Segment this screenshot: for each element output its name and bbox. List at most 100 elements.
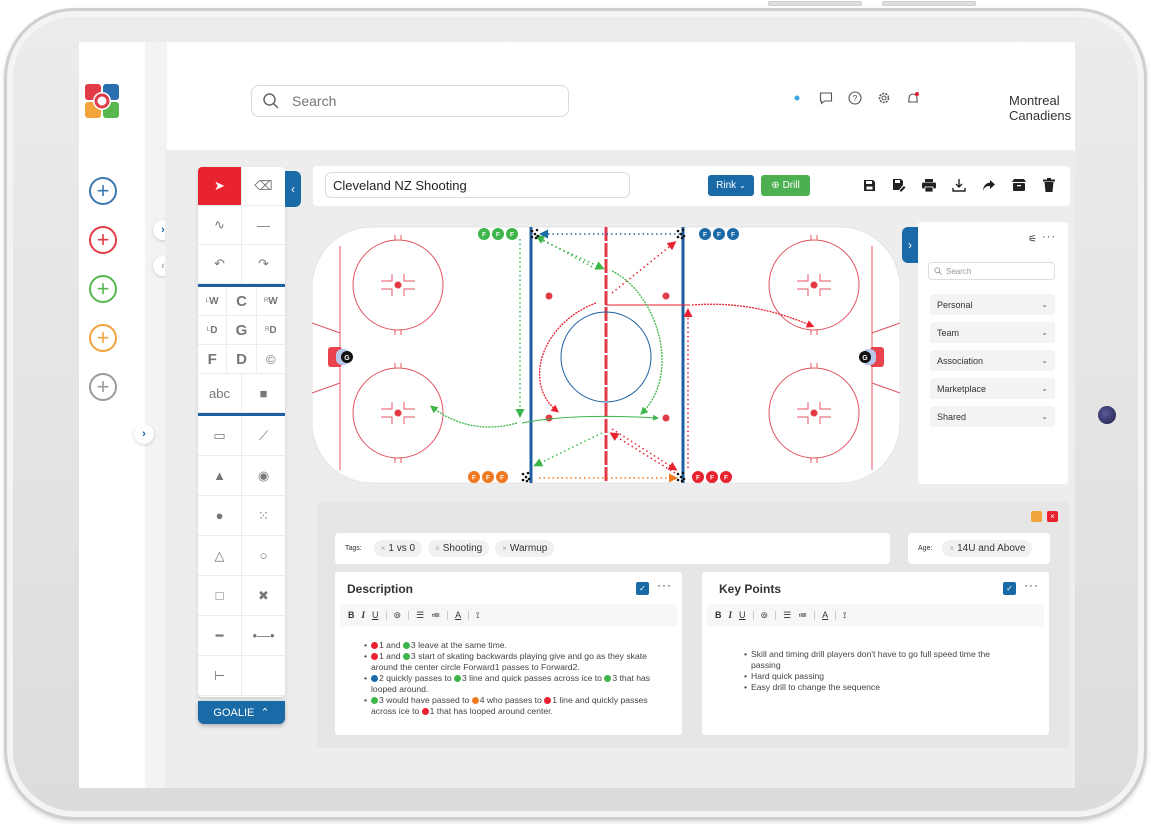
font-color-format-icon[interactable]: A bbox=[455, 610, 461, 620]
ordered-list-format-icon[interactable]: ☰ bbox=[416, 610, 424, 621]
minimize-button[interactable] bbox=[1031, 511, 1042, 522]
player-marker[interactable]: F bbox=[706, 471, 718, 483]
key-points-body[interactable]: Skill and timing drill players don't hav… bbox=[744, 649, 1015, 693]
print-icon[interactable] bbox=[921, 177, 937, 193]
straight-line-tool-icon[interactable]: — bbox=[242, 206, 285, 244]
u-format-icon[interactable]: U bbox=[372, 610, 379, 620]
player-marker[interactable]: F bbox=[496, 471, 508, 483]
thick-line-tool-icon[interactable]: ━ bbox=[198, 616, 242, 655]
close-button[interactable]: × bbox=[1047, 511, 1058, 522]
share-icon[interactable] bbox=[981, 177, 997, 193]
team-name[interactable]: Montreal Canadiens bbox=[1009, 93, 1075, 123]
right-defense-tool-icon[interactable]: RD bbox=[257, 316, 285, 344]
text-tool-icon[interactable]: abc bbox=[198, 374, 242, 412]
help-icon[interactable]: ? bbox=[847, 90, 863, 106]
player-marker[interactable]: F bbox=[713, 228, 725, 240]
goalie-player-tool-icon[interactable]: G bbox=[227, 316, 257, 344]
settings-icon[interactable] bbox=[876, 90, 892, 106]
more-options-icon[interactable]: ··· bbox=[657, 578, 672, 592]
tags-field[interactable]: Tags: × 1 vs 0 × Shooting × Warmup bbox=[335, 533, 890, 564]
global-search[interactable] bbox=[251, 85, 569, 117]
age-field[interactable]: Age: × 14U and Above bbox=[908, 533, 1050, 564]
tag-chip[interactable]: × Shooting bbox=[428, 540, 490, 557]
player-marker[interactable]: F bbox=[727, 228, 739, 240]
chat-icon[interactable] bbox=[818, 90, 834, 106]
puck-tool-icon[interactable]: ● bbox=[198, 496, 242, 535]
link-format-icon[interactable]: ⊚ bbox=[761, 610, 769, 621]
player-marker[interactable]: F bbox=[478, 228, 490, 240]
cone-tool-icon[interactable]: ▲ bbox=[198, 456, 242, 495]
library-category-association[interactable]: Association ⌄ bbox=[930, 350, 1055, 371]
tag-chip[interactable]: × Warmup bbox=[495, 540, 555, 557]
add-item-button[interactable]: + bbox=[89, 226, 117, 254]
goalie-toggle-button[interactable]: GOALIE ⌃ bbox=[198, 701, 285, 724]
player-marker[interactable]: F bbox=[720, 471, 732, 483]
expand-rail-button[interactable]: › bbox=[134, 424, 154, 444]
library-category-marketplace[interactable]: Marketplace ⌄ bbox=[930, 378, 1055, 399]
add-item-button[interactable]: + bbox=[89, 275, 117, 303]
left-wing-tool-icon[interactable]: LW bbox=[198, 287, 228, 315]
library-category-team[interactable]: Team ⌄ bbox=[930, 322, 1055, 343]
select-pointer-tool-icon[interactable]: ➤ bbox=[198, 167, 242, 205]
remove-icon[interactable]: × bbox=[435, 544, 440, 553]
player-marker[interactable]: F bbox=[699, 228, 711, 240]
delete-icon[interactable] bbox=[1041, 177, 1057, 193]
notification-bell-icon[interactable] bbox=[905, 90, 921, 106]
age-chip[interactable]: × 14U and Above bbox=[942, 540, 1033, 557]
checkbox-icon[interactable]: ✓ bbox=[1003, 582, 1016, 595]
square-tool-icon[interactable]: □ bbox=[198, 576, 242, 615]
bullet-list-format-icon[interactable]: ≔ bbox=[798, 610, 807, 621]
u-format-icon[interactable]: U bbox=[739, 610, 746, 620]
library-search[interactable]: Search bbox=[928, 262, 1055, 280]
player-marker[interactable]: F bbox=[482, 471, 494, 483]
expand-library-button[interactable]: › bbox=[902, 227, 918, 263]
player-marker[interactable]: F bbox=[468, 471, 480, 483]
more-options-icon[interactable]: ··· bbox=[1024, 578, 1039, 592]
triangle-tool-icon[interactable]: △ bbox=[198, 536, 242, 575]
net-tool-icon[interactable]: ▭ bbox=[198, 416, 242, 455]
forward-tool-icon[interactable]: F bbox=[198, 345, 228, 373]
rink-dropdown-button[interactable]: Rink ⌄ bbox=[708, 175, 754, 196]
i-format-icon[interactable]: I bbox=[362, 610, 366, 620]
add-item-button[interactable]: + bbox=[89, 324, 117, 352]
undo-tool-icon[interactable]: ↶ bbox=[198, 245, 242, 283]
left-defense-tool-icon[interactable]: LD bbox=[198, 316, 228, 344]
remove-icon[interactable]: × bbox=[949, 544, 954, 553]
remove-icon[interactable]: × bbox=[381, 544, 386, 553]
coach-tool-icon[interactable]: © bbox=[257, 345, 285, 373]
bullet-list-format-icon[interactable]: ≔ bbox=[431, 610, 440, 621]
b-format-icon[interactable]: B bbox=[348, 610, 355, 620]
center-tool-icon[interactable]: C bbox=[227, 287, 257, 315]
link-format-icon[interactable]: ⊚ bbox=[394, 610, 402, 621]
player-marker[interactable]: F bbox=[506, 228, 518, 240]
add-item-button[interactable]: + bbox=[89, 177, 117, 205]
right-wing-tool-icon[interactable]: RW bbox=[257, 287, 285, 315]
clear-format-format-icon[interactable]: ⟟ bbox=[476, 610, 479, 621]
description-body[interactable]: 1 and 3 leave at the same time.1 and 3 s… bbox=[364, 640, 665, 717]
download-icon[interactable] bbox=[951, 177, 967, 193]
add-drill-button[interactable]: ⊕ Drill bbox=[761, 175, 810, 196]
goalie-marker-left[interactable]: G bbox=[344, 355, 350, 362]
bracket-tool-icon[interactable]: ⊢ bbox=[198, 656, 242, 695]
tire-tool-icon[interactable]: ◉ bbox=[242, 456, 285, 495]
pucks-tool-icon[interactable]: ⁙ bbox=[242, 496, 285, 535]
hockey-rink-canvas[interactable]: G G F F F F F F F F F F F F bbox=[312, 223, 900, 487]
dotted-connector-tool-icon[interactable]: •—• bbox=[242, 616, 285, 655]
tag-chip[interactable]: × 1 vs 0 bbox=[373, 540, 423, 557]
redo-tool-icon[interactable]: ↷ bbox=[242, 245, 285, 283]
save-as-icon[interactable] bbox=[891, 177, 907, 193]
x-mark-tool-icon[interactable]: ✖ bbox=[242, 576, 285, 615]
player-marker[interactable]: F bbox=[492, 228, 504, 240]
font-color-format-icon[interactable]: A bbox=[822, 610, 828, 620]
add-item-button[interactable]: + bbox=[89, 373, 117, 401]
i-format-icon[interactable]: I bbox=[729, 610, 733, 620]
wavy-line-tool-icon[interactable]: ∿ bbox=[198, 206, 242, 244]
circle-tool-icon[interactable]: ○ bbox=[242, 536, 285, 575]
video-tool-icon[interactable]: ■ bbox=[242, 374, 285, 412]
search-input[interactable] bbox=[292, 93, 542, 109]
goalie-marker-right[interactable]: G bbox=[862, 355, 868, 362]
player-marker[interactable]: F bbox=[692, 471, 704, 483]
save-icon[interactable] bbox=[861, 177, 877, 193]
defense-tool-icon[interactable]: D bbox=[227, 345, 257, 373]
library-category-shared[interactable]: Shared ⌄ bbox=[930, 406, 1055, 427]
